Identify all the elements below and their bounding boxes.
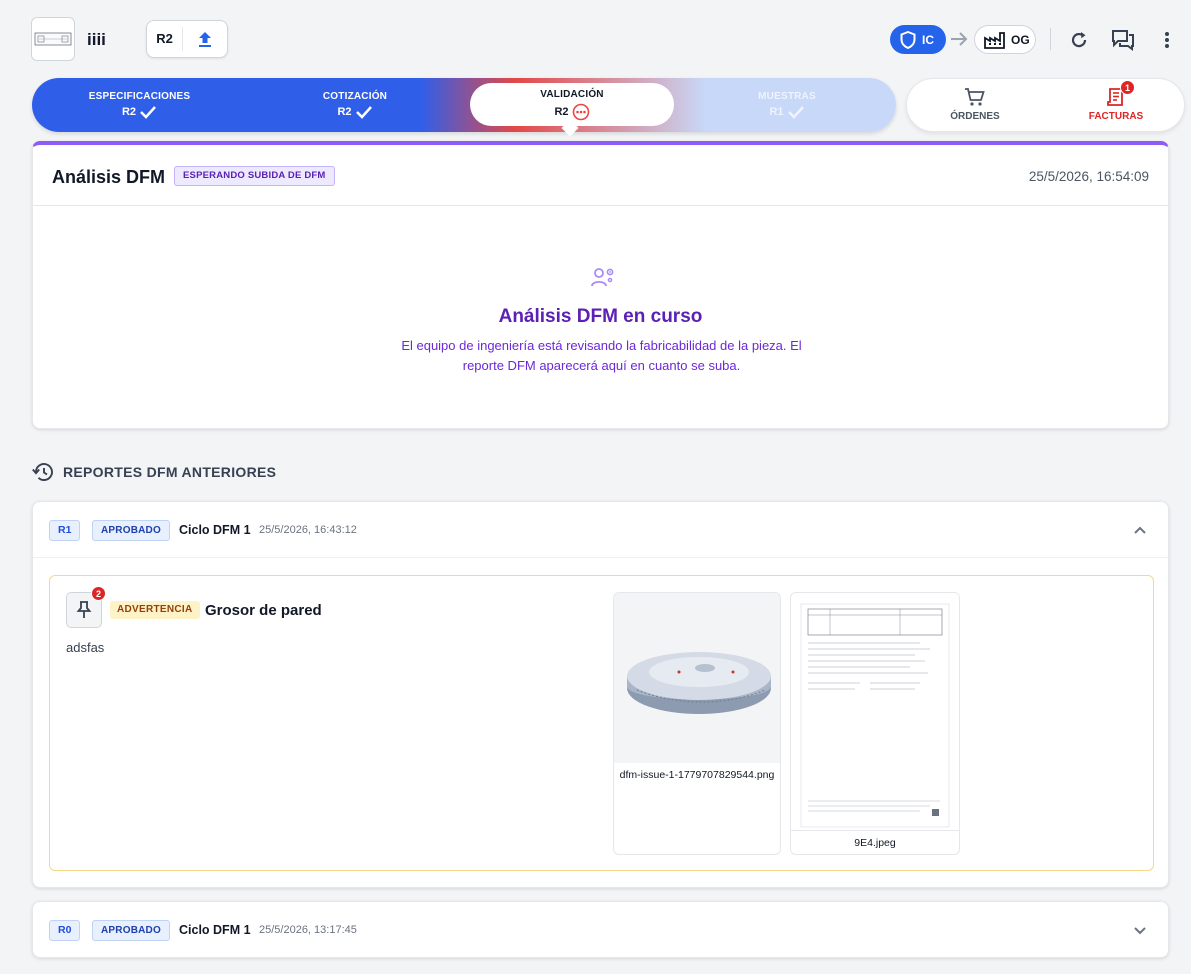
report-card-r1: R1 APROBADO Ciclo DFM 1 25/5/2026, 16:43… [32,501,1169,888]
engineer-icon [591,266,615,293]
pin-count-badge: 2 [91,586,106,601]
report-revision-badge: R1 [49,520,81,541]
in-progress-icon [572,103,589,120]
part-thumbnail[interactable] [31,17,75,61]
step-muestras[interactable]: MUESTRAS R1 [727,78,847,132]
more-menu-button[interactable] [1154,27,1180,53]
invoices-count-badge: 1 [1120,80,1135,95]
toolbar-divider [1050,28,1051,50]
severity-badge: ADVERTENCIA [110,601,200,619]
client-flow-pill[interactable]: IC [890,25,946,54]
history-icon [32,463,53,481]
report-status-badge: APROBADO [92,920,170,941]
upload-icon [199,32,211,47]
attachment-thumbnail [614,593,780,763]
report-cycle: Ciclo DFM 1 [179,923,251,937]
report-header[interactable]: R1 APROBADO Ciclo DFM 1 25/5/2026, 16:43… [33,502,1168,558]
dfm-issue-card: 2 ADVERTENCIA Grosor de pared adsfas dfm… [49,575,1154,871]
attachment-item[interactable]: 9E4.jpeg [790,592,960,855]
invoices-label: FACTURAS [1088,111,1144,122]
cart-icon [965,88,985,106]
attachment-item[interactable]: dfm-issue-1-1779707829544.png [613,592,781,855]
report-header[interactable]: R0 APROBADO Ciclo DFM 1 25/5/2026, 13:17… [33,902,1168,958]
attachment-filename: 9E4.jpeg [854,837,896,849]
orders-button[interactable]: ÓRDENES [945,87,1005,122]
step-validacion[interactable]: VALIDACIÓN R2 [470,83,674,126]
upload-button[interactable] [183,30,227,48]
step-rev: R2 [337,106,352,118]
factory-icon [984,31,1005,49]
chat-icon [1112,30,1134,51]
step-label: MUESTRAS [758,91,816,102]
step-label: COTIZACIÓN [322,91,388,102]
dfm-analysis-card: Análisis DFM ESPERANDO SUBIDA DE DFM 25/… [32,141,1169,429]
flow-from-label: IC [922,32,934,47]
step-rev: R2 [121,106,137,118]
flow-to-label: OG [1011,32,1030,47]
report-status-badge: APROBADO [92,520,170,541]
step-rev: R1 [769,106,784,118]
arrow-right-icon [949,28,969,55]
step-label: VALIDACIÓN [540,88,604,100]
refresh-icon [1071,32,1087,48]
more-vertical-icon [1165,32,1169,48]
dfm-progress-title: Análisis DFM en curso [498,306,703,327]
issue-title: Grosor de pared [205,602,322,619]
issue-description: adsfas [66,640,105,655]
dfm-timestamp: 25/5/2026, 16:54:09 [1028,169,1149,184]
report-date: 25/5/2026, 13:17:45 [259,924,357,936]
chevron-down-icon[interactable] [1132,922,1148,938]
scanned-document-image [800,603,950,828]
chat-button[interactable] [1110,27,1136,53]
chevron-up-icon[interactable] [1132,522,1148,538]
attachment-filename: dfm-issue-1-1779707829544.png [619,769,775,781]
dfm-progress-description: El equipo de ingeniería está revisando l… [401,338,802,373]
dfm-status-badge: ESPERANDO SUBIDA DE DFM [174,166,335,186]
step-label: ESPECIFICACIONES [88,91,191,102]
report-card-r0: R0 APROBADO Ciclo DFM 1 25/5/2026, 13:17… [32,901,1169,958]
dfm-title: Análisis DFM [52,167,166,187]
check-icon [787,106,804,119]
refresh-button[interactable] [1066,27,1092,53]
step-cotizacion[interactable]: COTIZACIÓN R2 [290,78,420,132]
orders-label: ÓRDENES [950,111,1000,122]
invoices-button[interactable]: FACTURAS [1085,87,1147,122]
previous-reports-heading: REPORTES DFM ANTERIORES [32,462,276,482]
step-rev: R2 [554,105,569,118]
factory-flow-pill[interactable]: OG [974,25,1036,54]
part-render-image [627,652,771,714]
step-especificaciones[interactable]: ESPECIFICACIONES R2 [72,78,207,132]
orders-invoices-panel: ÓRDENES FACTURAS 1 [906,78,1185,132]
previous-reports-title: REPORTES DFM ANTERIORES [63,464,277,480]
report-cycle: Ciclo DFM 1 [179,523,251,537]
attachment-thumbnail [791,593,959,831]
process-stepper: ESPECIFICACIONES R2 COTIZACIÓN R2 VALIDA… [32,78,896,137]
part-drawing-icon [34,32,72,46]
check-icon [355,106,372,119]
revision-selector[interactable]: R2 [147,27,183,51]
shield-icon [900,30,916,49]
report-revision-badge: R0 [49,920,81,941]
dfm-card-header: Análisis DFM ESPERANDO SUBIDA DE DFM 25/… [33,145,1168,206]
revision-group: R2 [146,20,228,58]
part-name: iiii [87,30,106,49]
report-date: 25/5/2026, 16:43:12 [259,524,357,536]
pin-icon [76,601,92,618]
check-icon [140,106,156,119]
